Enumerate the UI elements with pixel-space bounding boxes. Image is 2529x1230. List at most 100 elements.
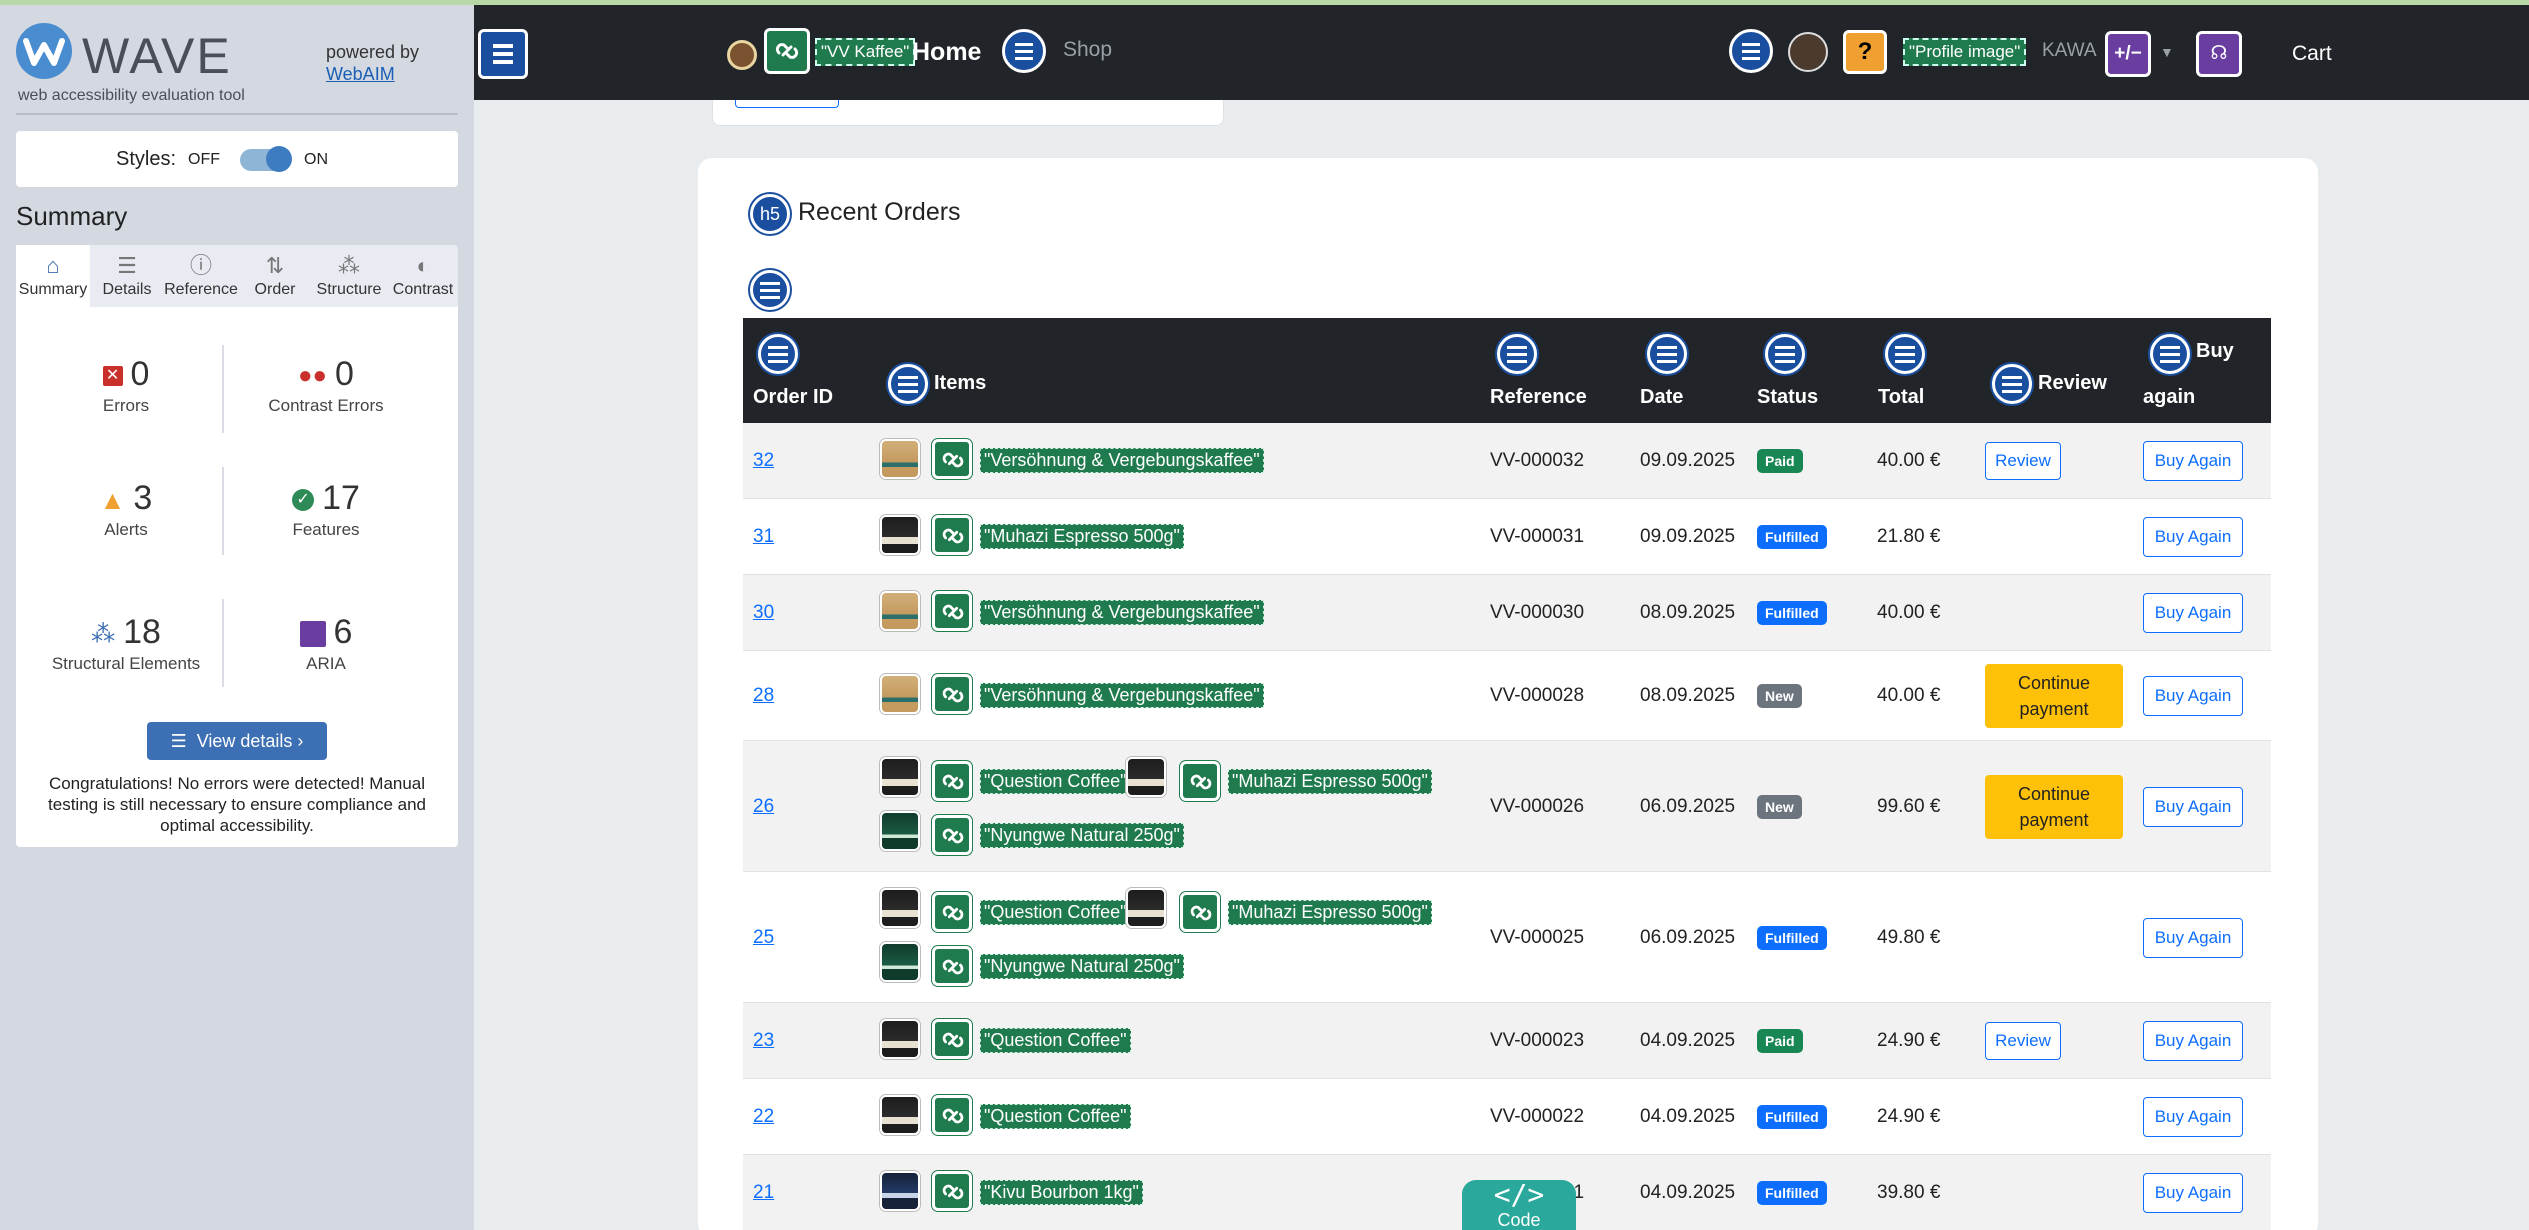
menu-icon[interactable] xyxy=(478,29,528,79)
product-link[interactable]: "Versöhnung & Vergebungskaffee" xyxy=(980,600,1264,625)
order-id-link[interactable]: 25 xyxy=(753,927,774,949)
user-name[interactable]: KAWA xyxy=(2042,40,2097,62)
order-date: 04.09.2025 xyxy=(1640,1030,1736,1051)
product-link[interactable]: "Muhazi Espresso 500g" xyxy=(1228,900,1432,925)
product-link[interactable]: "Muhazi Espresso 500g" xyxy=(1228,769,1432,794)
linked-image-icon xyxy=(932,1019,972,1059)
heading-h5-icon: h5 xyxy=(750,194,790,234)
order-id-text[interactable]: 26 xyxy=(753,796,774,817)
order-id-link[interactable]: 30 xyxy=(753,602,774,624)
order-id-link[interactable]: 31 xyxy=(753,526,774,548)
order-id-link[interactable]: 32 xyxy=(753,450,774,472)
product-thumbnail[interactable] xyxy=(1126,757,1166,797)
nav-cart-link[interactable]: Cart xyxy=(2292,42,2332,66)
order-id-text[interactable]: 30 xyxy=(753,602,774,623)
product-thumbnail[interactable] xyxy=(880,1095,920,1135)
stat-contrast-errors[interactable]: ●● 0 Contrast Errors xyxy=(226,355,426,416)
product-link[interactable]: "Question Coffee" xyxy=(980,1028,1131,1053)
stat-features[interactable]: ✓ 17 Features xyxy=(226,479,426,540)
order-id-text[interactable]: 31 xyxy=(753,526,774,547)
order-total: 24.90 € xyxy=(1877,1106,1941,1127)
stat-alerts[interactable]: ▲ 3 Alerts xyxy=(26,479,226,540)
order-id-link[interactable]: 26 xyxy=(753,796,774,818)
order-id-text[interactable]: 32 xyxy=(753,450,774,471)
product-thumbnail[interactable] xyxy=(880,942,920,982)
buy-again-button[interactable]: Buy Again xyxy=(2143,1173,2243,1213)
product-thumbnail[interactable] xyxy=(880,591,920,631)
contrast-errors-count: 0 xyxy=(335,355,354,393)
product-thumbnail[interactable] xyxy=(880,515,920,555)
product-link[interactable]: "Versöhnung & Vergebungskaffee" xyxy=(980,448,1264,473)
product-thumbnail[interactable] xyxy=(880,1019,920,1059)
review-button[interactable]: Review xyxy=(1985,1022,2061,1060)
tab-details[interactable]: ☰ Details xyxy=(90,245,164,307)
order-id-link[interactable]: 28 xyxy=(753,685,774,707)
continue-payment-button[interactable]: Continue payment xyxy=(1985,774,2123,839)
product-thumbnail[interactable] xyxy=(880,757,920,797)
buy-again-button[interactable]: Buy Again xyxy=(2143,517,2243,557)
view-details-button[interactable]: ☰ View details › xyxy=(147,722,327,760)
profile-avatar[interactable] xyxy=(1788,32,1828,72)
nav-home-link[interactable]: Home xyxy=(912,38,981,67)
review-button[interactable]: Review xyxy=(1985,442,2061,480)
product-link[interactable]: "Muhazi Espresso 500g" xyxy=(980,524,1184,549)
divider xyxy=(222,599,224,687)
order-id-text[interactable]: 21 xyxy=(753,1182,774,1203)
aria-label-icon: ☊ xyxy=(2196,31,2242,77)
linked-image-icon xyxy=(932,815,972,855)
order-total: 99.60 € xyxy=(1877,795,1941,817)
linked-image-icon xyxy=(932,946,972,986)
home-icon: ⌂ xyxy=(46,253,60,278)
order-id-link[interactable]: 22 xyxy=(753,1106,774,1128)
product-link[interactable]: "Versöhnung & Vergebungskaffee" xyxy=(980,683,1264,708)
product-link[interactable]: "Question Coffee" xyxy=(980,1104,1131,1129)
product-link[interactable]: "Kivu Bourbon 1kg" xyxy=(980,1180,1143,1205)
product-link[interactable]: "Nyungwe Natural 250g" xyxy=(980,823,1184,848)
linked-image-icon xyxy=(1180,892,1220,932)
product-link[interactable]: "Nyungwe Natural 250g" xyxy=(980,954,1184,979)
styles-toggle-knob[interactable] xyxy=(266,146,292,172)
order-id-link[interactable]: 21 xyxy=(753,1182,774,1204)
product-thumbnail[interactable] xyxy=(880,1171,920,1211)
product-link[interactable]: "Question Coffee" xyxy=(980,769,1131,794)
buy-again-button[interactable]: Buy Again xyxy=(2143,593,2243,633)
tab-label: Reference xyxy=(164,281,238,298)
tab-order[interactable]: ⇅ Order xyxy=(238,245,312,307)
buy-again-button[interactable]: Buy Again xyxy=(2143,786,2243,827)
th-review: Review xyxy=(2038,372,2107,394)
buy-again-button[interactable]: Buy Again xyxy=(2143,1021,2243,1061)
tab-structure[interactable]: ⁂ Structure xyxy=(312,245,386,307)
order-id-text[interactable]: 22 xyxy=(753,1106,774,1127)
buy-again-button[interactable]: Buy Again xyxy=(2143,917,2243,958)
product-thumbnail[interactable] xyxy=(880,888,920,928)
product-thumbnail[interactable] xyxy=(880,439,920,479)
linked-image-icon xyxy=(932,674,972,714)
stat-structural[interactable]: ⁂ 18 Structural Elements xyxy=(26,613,226,674)
powered-by: powered by WebAIM xyxy=(326,41,419,85)
buy-again-button[interactable]: Buy Again xyxy=(2143,676,2243,716)
product-thumbnail[interactable] xyxy=(880,674,920,714)
webaim-link[interactable]: WebAIM xyxy=(326,63,419,85)
order-id-text[interactable]: 23 xyxy=(753,1030,774,1051)
buy-again-button[interactable]: Buy Again xyxy=(2143,441,2243,481)
tab-label: Details xyxy=(102,281,152,298)
tab-contrast[interactable]: ◐ Contrast xyxy=(386,245,460,307)
order-id-text[interactable]: 25 xyxy=(753,927,774,948)
product-link[interactable]: "Question Coffee" xyxy=(980,900,1131,925)
tab-reference[interactable]: ⓘ Reference xyxy=(164,245,238,307)
stat-aria[interactable]: 6 ARIA xyxy=(226,613,426,674)
nav-shop-link[interactable]: Shop xyxy=(1063,38,1112,62)
product-thumbnail[interactable] xyxy=(880,811,920,851)
continue-payment-button[interactable]: Continue payment xyxy=(1985,664,2123,728)
order-date: 06.09.2025 xyxy=(1640,926,1736,948)
product-thumbnail[interactable] xyxy=(1126,888,1166,928)
order-id-link[interactable]: 23 xyxy=(753,1030,774,1052)
chevron-down-icon[interactable]: ▼ xyxy=(2160,44,2174,60)
tab-summary[interactable]: ⌂ Summary xyxy=(16,245,90,307)
order-reference: VV-000023 xyxy=(1490,1030,1585,1051)
buy-again-button[interactable]: Buy Again xyxy=(2143,1097,2243,1137)
order-id-text[interactable]: 28 xyxy=(753,685,774,706)
stat-errors[interactable]: ✕ 0 Errors xyxy=(26,355,226,416)
structure-icon: ⁂ xyxy=(338,253,360,278)
code-button[interactable]: </> Code xyxy=(1462,1180,1576,1230)
